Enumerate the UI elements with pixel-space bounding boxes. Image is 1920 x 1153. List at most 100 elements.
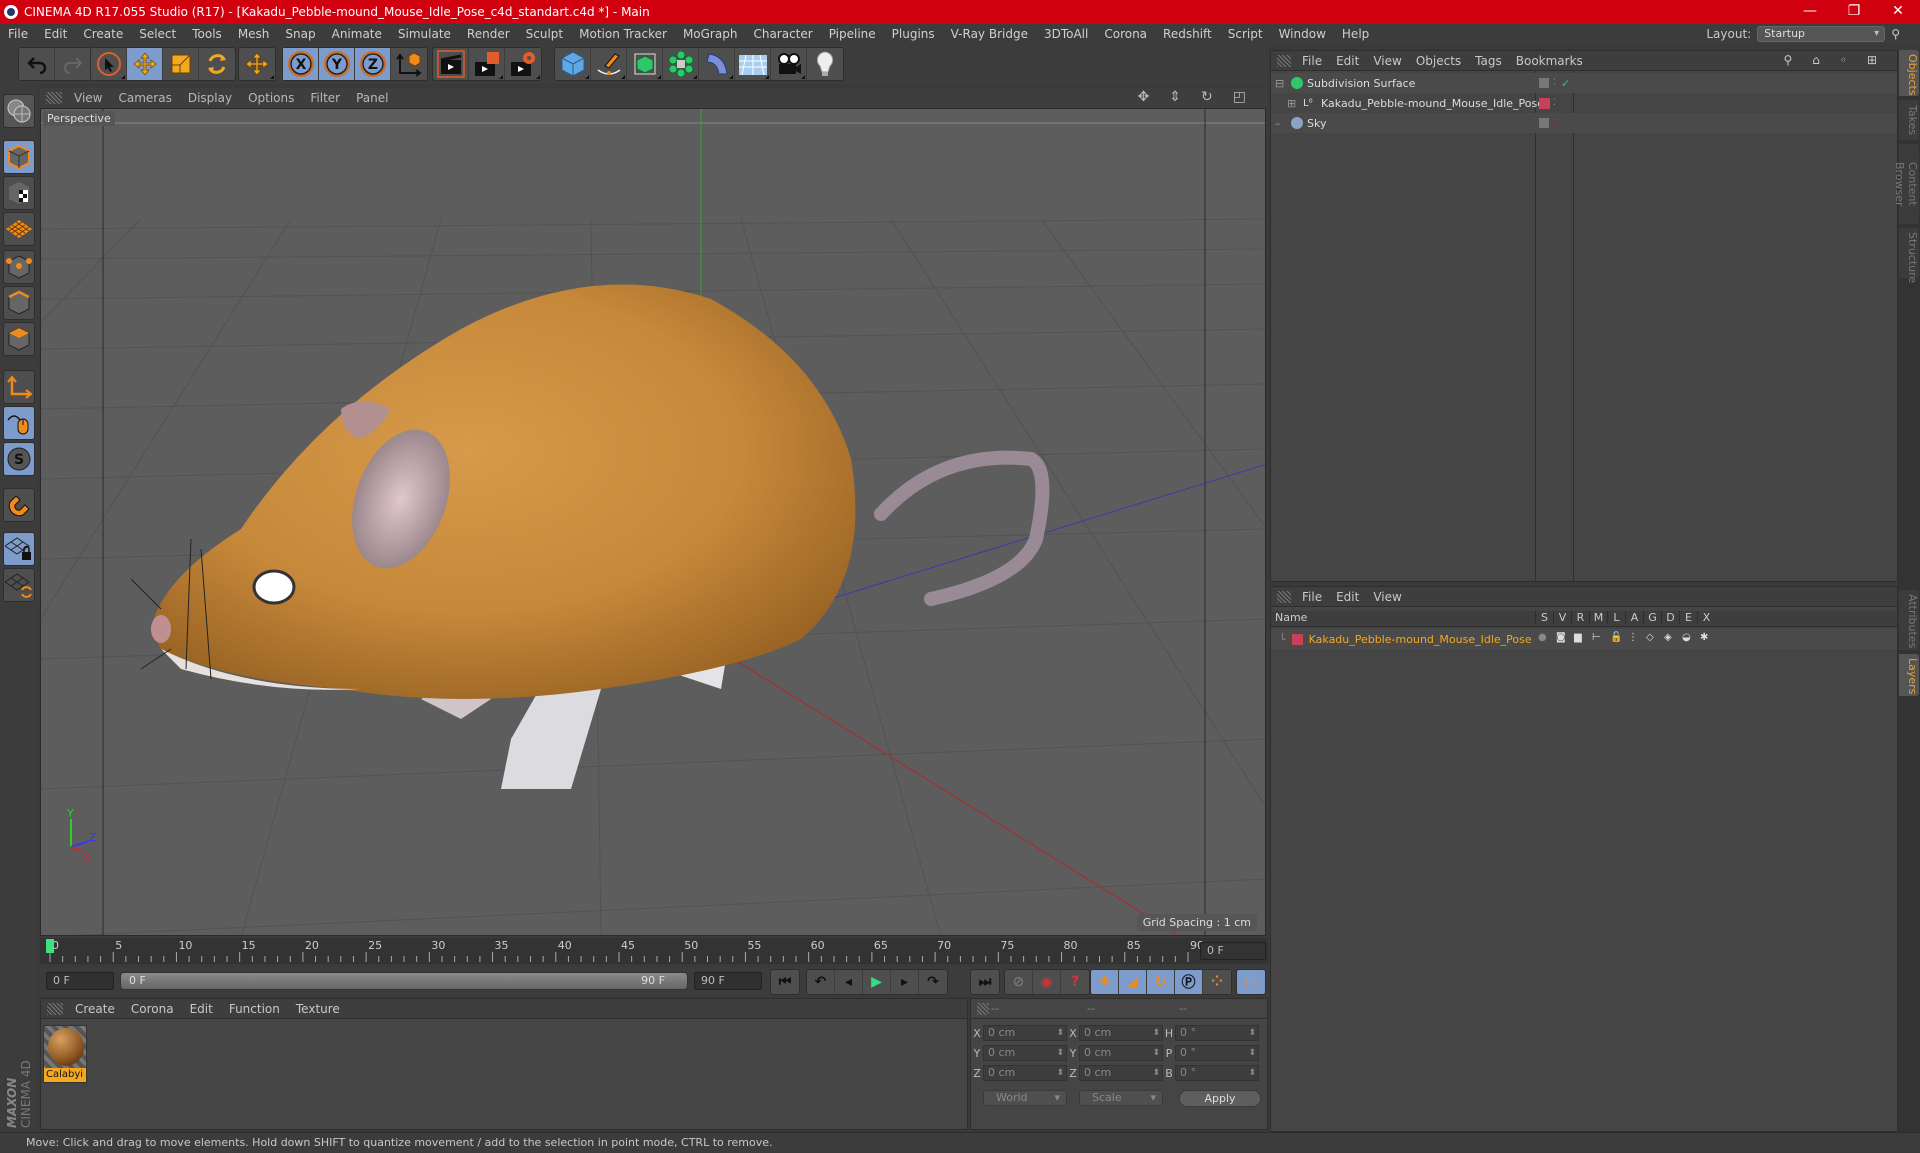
key-rotation-button[interactable]: ↻ bbox=[1147, 970, 1175, 994]
record-off-button[interactable]: ⊘ bbox=[1005, 970, 1033, 994]
make-editable-button[interactable] bbox=[3, 94, 35, 128]
menu-help[interactable]: Help bbox=[1334, 27, 1377, 41]
menu-simulate[interactable]: Simulate bbox=[390, 27, 459, 41]
menu-3dtoall[interactable]: 3DToAll bbox=[1036, 27, 1096, 41]
object-row[interactable]: ⊟ Subdivision Surface ⁚ ✓ bbox=[1271, 73, 1897, 93]
lock-workplane-button[interactable] bbox=[3, 532, 35, 566]
layer-flag-l-icon[interactable]: 🔓 bbox=[1610, 632, 1622, 643]
z-axis-lock-button[interactable]: Z bbox=[355, 48, 391, 80]
coordinate-mode-dropdown[interactable]: Scale bbox=[1079, 1090, 1163, 1106]
current-frame-field[interactable]: 0 F bbox=[1200, 942, 1266, 960]
panel-grip-icon[interactable] bbox=[1277, 54, 1291, 67]
cloner-button[interactable] bbox=[663, 48, 699, 80]
column-e[interactable]: E bbox=[1679, 611, 1697, 624]
objects-menu-view[interactable]: View bbox=[1366, 54, 1408, 68]
column-l[interactable]: L bbox=[1607, 611, 1625, 624]
prev-key-button[interactable]: ↶ bbox=[807, 970, 835, 994]
transform-tool-button[interactable] bbox=[239, 48, 275, 80]
render-dots[interactable]: ⁚ bbox=[1553, 98, 1556, 108]
coordinate-space-dropdown[interactable]: World bbox=[983, 1090, 1067, 1106]
subdivision-surface-button[interactable] bbox=[627, 48, 663, 80]
go-to-start-button[interactable]: ⏮ bbox=[771, 970, 799, 994]
layers-menu-view[interactable]: View bbox=[1366, 590, 1408, 604]
menu-file[interactable]: File bbox=[0, 27, 36, 41]
key-scale-button[interactable]: ◪ bbox=[1119, 970, 1147, 994]
render-dots[interactable]: ⁚ bbox=[1553, 78, 1556, 88]
key-param-button[interactable]: Ⓟ bbox=[1175, 970, 1203, 994]
layer-flag-x-icon[interactable]: ✱ bbox=[1700, 632, 1708, 643]
key-position-button[interactable]: ✥ bbox=[1091, 970, 1119, 994]
tweak-mode-button[interactable] bbox=[3, 406, 35, 440]
layer-flag-d-icon[interactable]: ◈ bbox=[1664, 632, 1672, 643]
objects-menu-edit[interactable]: Edit bbox=[1329, 54, 1366, 68]
cube-button[interactable] bbox=[555, 48, 591, 80]
viewport-menu-panel[interactable]: Panel bbox=[348, 91, 396, 105]
rotate-tool-button[interactable] bbox=[199, 48, 235, 80]
keyframe-help-button[interactable]: ? bbox=[1061, 970, 1089, 994]
next-frame-button[interactable]: ▸ bbox=[891, 970, 919, 994]
visibility-toggle[interactable] bbox=[1539, 78, 1549, 88]
snap-button[interactable] bbox=[3, 488, 35, 522]
layer-flag-g-icon[interactable]: ◇ bbox=[1646, 632, 1654, 643]
render-view-button[interactable] bbox=[433, 48, 469, 80]
position-x-field[interactable]: 0 cm bbox=[983, 1025, 1067, 1041]
rotation-h-field[interactable]: 0 ° bbox=[1175, 1025, 1259, 1041]
render-dots[interactable]: ⁚ bbox=[1553, 118, 1556, 128]
layer-flag-e-icon[interactable]: ◒ bbox=[1682, 632, 1691, 643]
expand-icon[interactable]: ⊟ bbox=[1275, 77, 1287, 90]
key-pla-button[interactable]: ⁘ bbox=[1203, 970, 1231, 994]
menu-vray-bridge[interactable]: V-Ray Bridge bbox=[943, 27, 1036, 41]
bend-deformer-button[interactable] bbox=[699, 48, 735, 80]
workplane-mode-button[interactable] bbox=[3, 212, 35, 246]
home-icon[interactable]: ⌂ bbox=[1805, 53, 1827, 67]
end-frame-field[interactable]: 90 F bbox=[694, 972, 762, 990]
texture-mode-button[interactable] bbox=[3, 176, 35, 210]
material-menu-create[interactable]: Create bbox=[67, 1002, 123, 1016]
tab-takes[interactable]: Takes bbox=[1899, 100, 1919, 140]
play-button[interactable]: ▶ bbox=[863, 970, 891, 994]
layout-dropdown[interactable]: Startup bbox=[1757, 26, 1886, 42]
tab-objects[interactable]: Objects bbox=[1899, 50, 1919, 96]
expand-icon[interactable]: ⊞ bbox=[1287, 97, 1299, 110]
menu-animate[interactable]: Animate bbox=[324, 27, 390, 41]
viewport-menu-cameras[interactable]: Cameras bbox=[110, 91, 179, 105]
edges-mode-button[interactable] bbox=[3, 286, 35, 320]
frame-range-slider[interactable]: 0 F 90 F bbox=[120, 972, 688, 990]
objects-menu-bookmarks[interactable]: Bookmarks bbox=[1509, 54, 1590, 68]
menu-redshift[interactable]: Redshift bbox=[1155, 27, 1220, 41]
restore-button[interactable]: ❐ bbox=[1832, 0, 1876, 24]
new-window-icon[interactable]: ⊞ bbox=[1860, 53, 1884, 67]
menu-create[interactable]: Create bbox=[75, 27, 131, 41]
redo-button[interactable] bbox=[55, 48, 91, 80]
eye-icon[interactable]: ◦ bbox=[1833, 53, 1854, 67]
material-menu-corona[interactable]: Corona bbox=[123, 1002, 182, 1016]
column-x[interactable]: X bbox=[1697, 611, 1715, 624]
pen-spline-button[interactable] bbox=[591, 48, 627, 80]
zoom-view-icon[interactable]: ⇕ bbox=[1161, 89, 1189, 105]
column-r[interactable]: R bbox=[1571, 611, 1589, 624]
close-button[interactable]: ✕ bbox=[1876, 0, 1920, 24]
size-z-field[interactable]: 0 cm bbox=[1079, 1065, 1163, 1081]
menu-corona[interactable]: Corona bbox=[1096, 27, 1155, 41]
workplane-align-button[interactable] bbox=[3, 568, 35, 602]
column-d[interactable]: D bbox=[1661, 611, 1679, 624]
size-y-field[interactable]: 0 cm bbox=[1079, 1045, 1163, 1061]
menu-plugins[interactable]: Plugins bbox=[884, 27, 943, 41]
menu-window[interactable]: Window bbox=[1271, 27, 1334, 41]
panel-grip-icon[interactable] bbox=[46, 92, 62, 104]
tab-structure[interactable]: Structure bbox=[1899, 228, 1919, 283]
layer-color-swatch[interactable] bbox=[1291, 633, 1303, 645]
size-x-field[interactable]: 0 cm bbox=[1079, 1025, 1163, 1041]
panel-grip-icon[interactable] bbox=[47, 1002, 63, 1015]
3d-viewport[interactable]: Y Z X Perspective Grid Spacing : 1 cm bbox=[40, 108, 1266, 936]
light-button[interactable] bbox=[807, 48, 843, 80]
layers-menu-file[interactable]: File bbox=[1295, 590, 1329, 604]
visibility-toggle[interactable] bbox=[1539, 118, 1549, 128]
menu-snap[interactable]: Snap bbox=[277, 27, 323, 41]
material-item[interactable]: Calabyi bbox=[43, 1025, 87, 1083]
playhead[interactable] bbox=[46, 939, 54, 953]
menu-script[interactable]: Script bbox=[1220, 27, 1271, 41]
next-key-button[interactable]: ↷ bbox=[919, 970, 947, 994]
search-icon[interactable]: ⚲ bbox=[1891, 27, 1900, 41]
material-menu-function[interactable]: Function bbox=[221, 1002, 288, 1016]
